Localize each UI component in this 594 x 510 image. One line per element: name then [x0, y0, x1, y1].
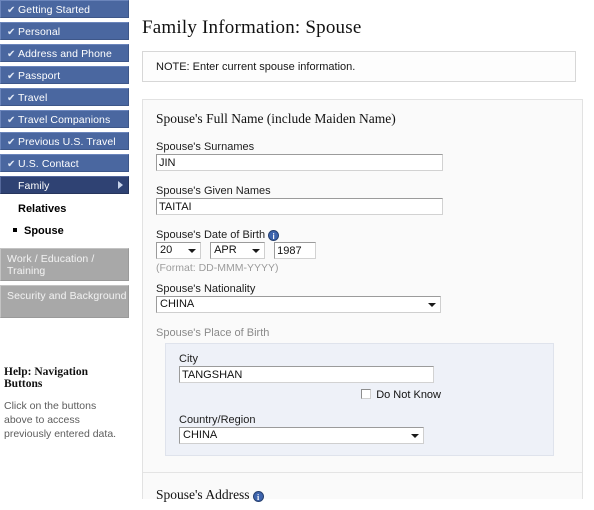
sidebar-item-label: Getting Started [18, 4, 91, 16]
sidebar-item-security-and-background: Security and Background [0, 285, 129, 318]
nationality-label: Spouse's Nationality [156, 283, 256, 295]
nationality-select[interactable]: CHINA [156, 296, 441, 313]
check-icon: ✔ [7, 5, 16, 16]
sidebar-item-previous-us-travel[interactable]: ✔ Previous U.S. Travel [0, 132, 129, 150]
chevron-down-icon [411, 434, 419, 438]
dob-row: 20 APR [156, 242, 582, 259]
dob-month-value: APR [214, 244, 237, 256]
do-not-know-checkbox[interactable] [361, 389, 372, 399]
city-input[interactable] [179, 366, 434, 383]
section-divider [143, 472, 582, 473]
sidebar-item-label: Travel Companions [18, 114, 111, 126]
info-icon[interactable]: i [268, 230, 280, 241]
sidebar-item-label: Family [18, 180, 50, 192]
check-icon: ✔ [7, 71, 16, 82]
note-banner: NOTE: Enter current spouse information. [142, 51, 576, 82]
sidebar-subitem-spouse[interactable]: Spouse [0, 220, 129, 242]
given-names-label: Spouse's Given Names [156, 185, 271, 197]
sidebar-item-label: Passport [18, 70, 61, 82]
check-icon: ✔ [7, 27, 16, 38]
nationality-value: CHINA [160, 298, 195, 310]
chevron-right-icon [118, 181, 123, 189]
sidebar-subitem-relatives[interactable]: Relatives [0, 198, 129, 220]
sidebar: ✔ Getting Started ✔ Personal ✔ Address and … [0, 0, 129, 510]
sidebar-item-travel[interactable]: ✔ Travel [0, 88, 129, 106]
form-panel: Spouse's Full Name (include Maiden Name)… [142, 99, 583, 502]
sidebar-subitem-label: Spouse [24, 225, 64, 237]
sidebar-item-us-contact[interactable]: ✔ U.S. Contact [0, 154, 129, 172]
help-panel: Help: Navigation Buttons Click on the bu… [0, 362, 129, 441]
help-title: Help: Navigation Buttons [4, 366, 89, 390]
chevron-down-icon [428, 303, 436, 307]
sidebar-item-label: Work / Education / Training [7, 253, 95, 277]
note-text: NOTE: Enter current spouse information. [156, 61, 356, 73]
country-region-select[interactable]: CHINA [179, 427, 424, 444]
dob-label: Spouse's Date of Birth i [156, 229, 582, 241]
country-region-label: Country/Region [179, 414, 256, 426]
dob-year-input[interactable] [274, 242, 317, 259]
check-icon: ✔ [7, 159, 16, 170]
section-heading-full-name: Spouse's Full Name (include Maiden Name) [156, 111, 396, 126]
place-of-birth-label: Spouse's Place of Birth [156, 327, 270, 339]
do-not-know-row[interactable]: Do Not Know [179, 389, 441, 401]
check-icon: ✔ [7, 137, 16, 148]
sidebar-item-work-education-training: Work / Education / Training [0, 248, 129, 281]
check-icon: ✔ [7, 49, 16, 60]
help-text: Click on the buttons above to access pre… [4, 400, 117, 440]
section-heading-address-text: Spouse's Address [156, 487, 250, 502]
country-region-value: CHINA [183, 429, 218, 441]
dob-day-value: 20 [160, 244, 173, 256]
info-icon[interactable]: i [252, 491, 264, 502]
sidebar-item-address-and-phone[interactable]: ✔ Address and Phone [0, 44, 129, 62]
place-of-birth-panel: City Do Not Know Country/Region CHINA [165, 343, 554, 456]
surnames-label: Spouse's Surnames [156, 141, 255, 153]
page-title: Family Information: Spouse [142, 17, 362, 38]
main-content: Family Information: Spouse NOTE: Enter c… [135, 0, 594, 510]
sidebar-item-label: Address and Phone [18, 48, 112, 60]
sidebar-item-getting-started[interactable]: ✔ Getting Started [0, 0, 129, 18]
sidebar-subitem-label: Relatives [18, 203, 67, 215]
sidebar-item-passport[interactable]: ✔ Passport [0, 66, 129, 84]
dob-month-select[interactable]: APR [210, 242, 266, 259]
do-not-know-label: Do Not Know [376, 389, 441, 401]
check-icon: ✔ [7, 93, 16, 104]
dob-label-text: Spouse's Date of Birth [156, 229, 266, 241]
sidebar-item-family[interactable]: Family [0, 176, 129, 194]
given-names-input[interactable] [156, 198, 443, 215]
section-heading-address: Spouse's Address i [156, 487, 264, 503]
surnames-input[interactable] [156, 154, 443, 171]
sidebar-item-label: Personal [18, 26, 61, 38]
chevron-down-icon [252, 249, 261, 253]
sidebar-item-label: Previous U.S. Travel [18, 136, 116, 148]
dob-day-select[interactable]: 20 [156, 242, 201, 259]
dob-format-hint: (Format: DD-MMM-YYYY) [156, 262, 279, 274]
check-icon: ✔ [7, 115, 16, 126]
sidebar-item-label: Security and Background [7, 290, 127, 302]
sidebar-item-label: Travel [18, 92, 48, 104]
sidebar-item-travel-companions[interactable]: ✔ Travel Companions [0, 110, 129, 128]
sidebar-item-label: U.S. Contact [18, 158, 79, 170]
chevron-down-icon [188, 249, 196, 253]
sidebar-item-personal[interactable]: ✔ Personal [0, 22, 129, 40]
city-label: City [179, 353, 198, 365]
